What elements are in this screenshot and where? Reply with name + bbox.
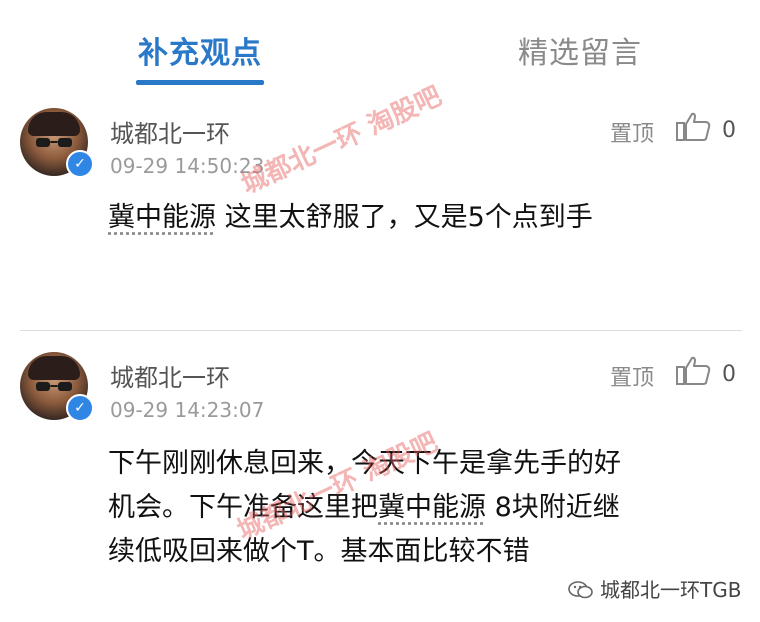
comment-line: 机会。下午准备这里把冀中能源 8块附近继 <box>108 492 620 523</box>
pin-button[interactable]: 置顶 <box>610 116 654 148</box>
pin-button[interactable]: 置顶 <box>610 360 654 392</box>
comment-text: 冀中能源 这里太舒服了，又是5个点到手 <box>108 202 593 233</box>
verified-badge-icon: ✓ <box>66 150 94 178</box>
like-count: 0 <box>722 118 736 143</box>
active-tab-indicator <box>136 80 264 85</box>
stock-link[interactable]: 冀中能源 <box>378 492 486 523</box>
comment-username[interactable]: 城都北一环 <box>110 358 230 393</box>
verified-badge-icon: ✓ <box>66 394 94 422</box>
watermark: 城都北一环 淘股吧 <box>236 81 447 201</box>
tab-featured-comments[interactable]: 精选留言 <box>518 28 642 72</box>
tab-supplementary-views[interactable]: 补充观点 <box>138 28 262 72</box>
thumbs-up-icon[interactable] <box>676 112 712 142</box>
footer-source-label: 城都北一环TGB <box>568 574 741 603</box>
comment-username[interactable]: 城都北一环 <box>110 114 230 149</box>
comment-timestamp: 09-29 14:23:07 <box>110 398 265 422</box>
wechat-icon <box>568 581 593 599</box>
comment-line: 续低吸回来做个T。基本面比较不错 <box>108 536 530 567</box>
tab-bar: 补充观点 精选留言 <box>0 0 760 92</box>
divider <box>20 330 742 331</box>
stock-link[interactable]: 冀中能源 <box>108 202 216 233</box>
like-count: 0 <box>722 362 736 387</box>
thumbs-up-icon[interactable] <box>676 356 712 386</box>
